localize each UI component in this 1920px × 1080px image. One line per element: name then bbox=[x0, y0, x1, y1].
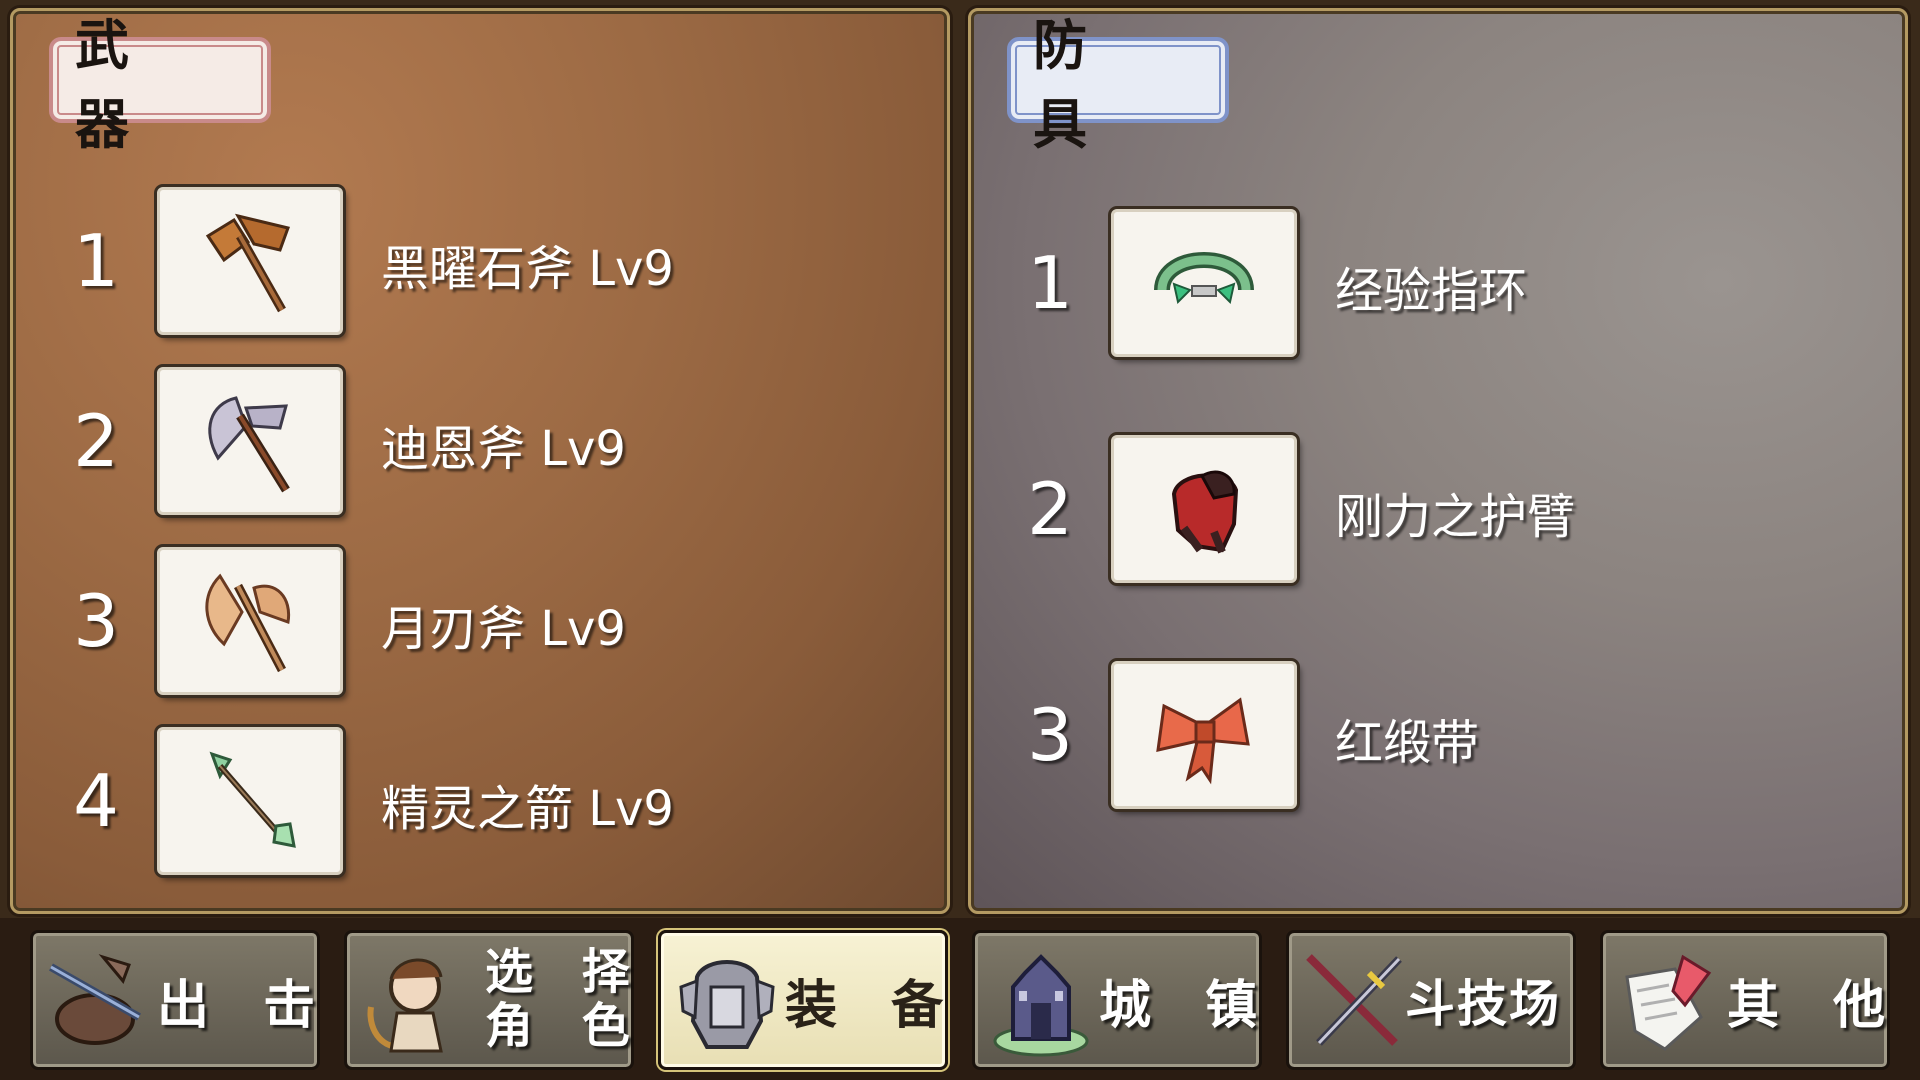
armor-item-slot[interactable] bbox=[1111, 209, 1297, 357]
character-icon bbox=[367, 958, 443, 1053]
armor-item-number: 1 bbox=[1027, 241, 1073, 325]
dean-axe-icon bbox=[208, 396, 290, 493]
weapon-item-name: 月刃斧 Lv9 bbox=[381, 601, 626, 657]
weapon-item-number: 1 bbox=[73, 219, 119, 303]
weapon-item-number: 4 bbox=[73, 759, 119, 843]
armor-item-slot[interactable] bbox=[1111, 661, 1297, 809]
strength-bracer-icon bbox=[1171, 470, 1239, 554]
exp-ring-icon bbox=[1154, 252, 1254, 304]
armor-item-slot[interactable] bbox=[1111, 435, 1297, 583]
nav-arena-label: 斗技场 bbox=[1405, 975, 1561, 1033]
weapon-item-name: 黑曜石斧 Lv9 bbox=[381, 241, 674, 297]
weapon-item-slot[interactable] bbox=[157, 187, 343, 335]
weapon-item-name: 迪恩斧 Lv9 bbox=[381, 421, 626, 477]
obsidian-axe-icon bbox=[205, 213, 290, 313]
town-icon bbox=[993, 954, 1089, 1057]
armor-item-name: 经验指环 bbox=[1335, 263, 1528, 319]
weapon-item-slot[interactable] bbox=[157, 547, 343, 695]
nav-town-label: 城 镇 bbox=[1099, 975, 1276, 1036]
weapon-title-tag: 武 器 bbox=[49, 14, 271, 156]
nav-select-character-button[interactable]: 选 择 角 色 bbox=[344, 930, 634, 1070]
weapon-item-4[interactable]: 4 精灵之箭 Lv9 bbox=[61, 727, 761, 875]
moon-blade-axe-icon bbox=[205, 573, 291, 673]
armor-item-2[interactable]: 2 刚力之护臂 bbox=[1015, 435, 1715, 583]
other-icon bbox=[1625, 954, 1712, 1051]
nav-sortie-button[interactable]: 出 击 bbox=[30, 930, 320, 1070]
nav-equipment-button[interactable]: 装 备 bbox=[658, 930, 948, 1070]
weapon-item-slot[interactable] bbox=[157, 367, 343, 515]
weapon-item-3[interactable]: 3 月刃斧 Lv9 bbox=[61, 547, 761, 695]
arena-icon bbox=[1306, 954, 1402, 1046]
nav-select-character-label-line2: 角 色 bbox=[485, 998, 646, 1054]
armor-item-name: 刚力之护臂 bbox=[1335, 489, 1576, 545]
nav-equipment-label: 装 备 bbox=[785, 975, 962, 1036]
armor-item-number: 3 bbox=[1027, 693, 1073, 777]
armor-panel: 防 具 1 经验指环 2 刚力之护臂 3 红缎带 bbox=[968, 8, 1908, 914]
weapon-panel: 武 器 1 黑曜石斧 Lv9 2 迪恩斧 Lv9 3 月刃斧 Lv9 4 精灵之… bbox=[10, 8, 950, 914]
elf-arrow-icon bbox=[209, 751, 296, 848]
weapon-item-2[interactable]: 2 迪恩斧 Lv9 bbox=[61, 367, 761, 515]
armor-item-3[interactable]: 3 红缎带 bbox=[1015, 661, 1715, 809]
bottom-nav-bar: 出 击 选 择 角 色 装 备 城 镇 斗技场 其 他 bbox=[0, 918, 1920, 1080]
nav-town-button[interactable]: 城 镇 bbox=[972, 930, 1262, 1070]
armor-item-name: 红缎带 bbox=[1335, 715, 1480, 771]
red-ribbon-icon bbox=[1156, 697, 1250, 785]
armor-item-1[interactable]: 1 经验指环 bbox=[1015, 209, 1715, 357]
nav-sortie-label: 出 击 bbox=[157, 975, 334, 1036]
nav-arena-button[interactable]: 斗技场 bbox=[1286, 930, 1576, 1070]
nav-select-character-label-line1: 选 择 bbox=[485, 944, 646, 1001]
armor-title-tag: 防 具 bbox=[1007, 14, 1229, 156]
nav-select-character-label: 选 择 角 色 bbox=[485, 933, 646, 1067]
weapon-item-name: 精灵之箭 Lv9 bbox=[381, 781, 674, 837]
weapon-item-number: 3 bbox=[73, 579, 119, 663]
sortie-icon bbox=[49, 954, 141, 1045]
armor-item-number: 2 bbox=[1027, 467, 1073, 551]
nav-other-label: 其 他 bbox=[1727, 975, 1904, 1036]
weapon-item-slot[interactable] bbox=[157, 727, 343, 875]
weapon-item-number: 2 bbox=[73, 399, 119, 483]
nav-other-button[interactable]: 其 他 bbox=[1600, 930, 1890, 1070]
weapon-item-1[interactable]: 1 黑曜石斧 Lv9 bbox=[61, 187, 761, 335]
equipment-icon bbox=[679, 960, 775, 1049]
